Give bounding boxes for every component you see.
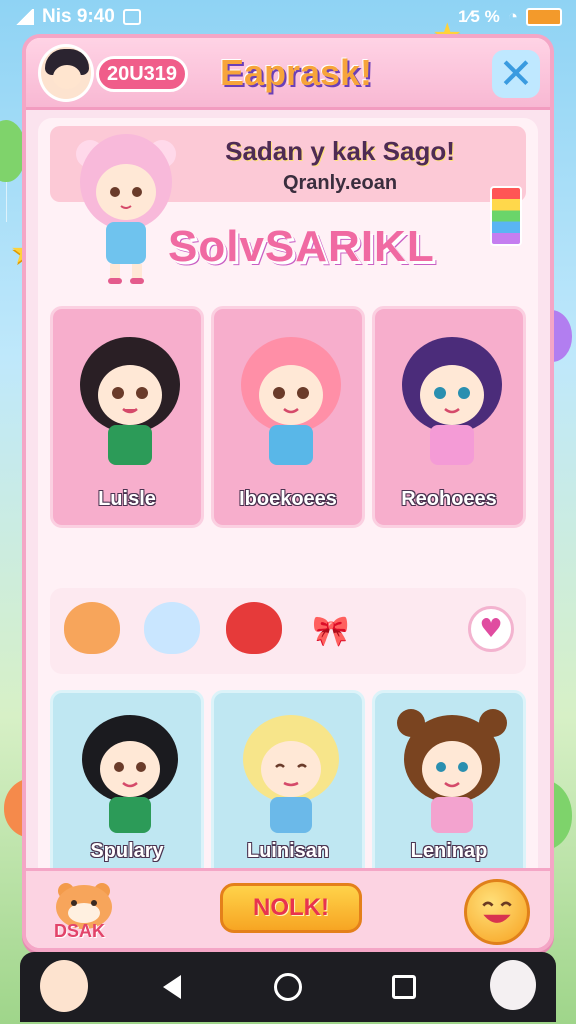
- bow-icon[interactable]: 🎀: [312, 614, 349, 649]
- home-button[interactable]: [273, 972, 303, 1002]
- red-bear-pet[interactable]: [226, 602, 282, 654]
- rainbow-pet[interactable]: [144, 602, 200, 654]
- character-card[interactable]: Luisle: [50, 306, 204, 528]
- status-right-text: 1⁄5 %: [458, 7, 500, 26]
- character-card[interactable]: Spulary: [50, 690, 204, 880]
- logo-text: DSAK: [54, 921, 106, 941]
- home-icon: [274, 973, 302, 1001]
- character-portrait: [82, 715, 178, 833]
- character-portrait: [80, 337, 180, 465]
- character-portrait: [243, 715, 339, 833]
- character-name: Reohoees: [401, 488, 497, 510]
- profile-avatar[interactable]: [40, 960, 88, 1012]
- footer-bar: DSAK NOLK!: [26, 868, 550, 948]
- header-bar: 20U319 Eaprask! ✕: [26, 38, 550, 110]
- favorite-button[interactable]: ♥: [468, 606, 514, 652]
- hamster-logo[interactable]: DSAK: [46, 877, 126, 943]
- status-time: Nis 9:40: [42, 6, 115, 27]
- shopping-bag-icon: [122, 9, 141, 25]
- character-card[interactable]: Reohoees: [372, 306, 526, 528]
- panda-avatar[interactable]: [490, 960, 536, 1010]
- character-card[interactable]: Luinisan: [211, 690, 365, 880]
- character-card[interactable]: Iboekoees: [211, 306, 365, 528]
- game-panel: 20U319 Eaprask! ✕ Sadan y kak Sago! Qran…: [22, 34, 554, 952]
- greeting-title: Sadan y kak Sago!: [225, 136, 455, 166]
- character-name: Spulary: [90, 840, 164, 862]
- battery-icon: [526, 8, 562, 26]
- player-avatar[interactable]: [38, 44, 94, 102]
- wifi-icon: ◔: [507, 7, 518, 26]
- smiley-icon: [482, 901, 512, 923]
- signal-icon: [14, 9, 34, 25]
- character-portrait: [397, 709, 507, 833]
- hamster-pet[interactable]: [64, 602, 120, 654]
- system-nav-bar: [20, 952, 556, 1022]
- status-bar: Nis 9:40 1⁄5 % ◔: [0, 0, 576, 34]
- rainbow-cup-icon: [490, 186, 522, 246]
- character-card[interactable]: Leninap: [372, 690, 526, 880]
- recent-apps-button[interactable]: [389, 972, 419, 1002]
- character-name: Luinisan: [246, 840, 330, 862]
- character-name: Luisle: [98, 488, 156, 510]
- play-button[interactable]: NOLK!: [220, 883, 362, 933]
- character-name: Leninap: [410, 840, 488, 862]
- close-icon: ✕: [498, 49, 534, 98]
- greeting-subtitle: Qranly.eoan: [282, 172, 398, 194]
- game-title: Eaprask!: [219, 52, 373, 93]
- character-portrait: [241, 337, 341, 465]
- section-title: SolvSARIKL: [168, 222, 435, 271]
- heart-icon: ♥: [479, 614, 503, 644]
- content-area: Sadan y kak Sago! Qranly.eoan SolvSARIKL: [38, 118, 538, 908]
- pet-row: 🎀 ♥: [50, 588, 526, 674]
- score-badge: 20U319: [96, 56, 188, 92]
- back-button[interactable]: [157, 972, 187, 1002]
- character-portrait: [402, 337, 502, 465]
- close-button[interactable]: ✕: [492, 50, 540, 98]
- smiley-button[interactable]: [464, 879, 530, 945]
- back-icon: [163, 975, 181, 999]
- character-name: Iboekoees: [239, 488, 337, 510]
- recent-apps-icon: [392, 975, 416, 999]
